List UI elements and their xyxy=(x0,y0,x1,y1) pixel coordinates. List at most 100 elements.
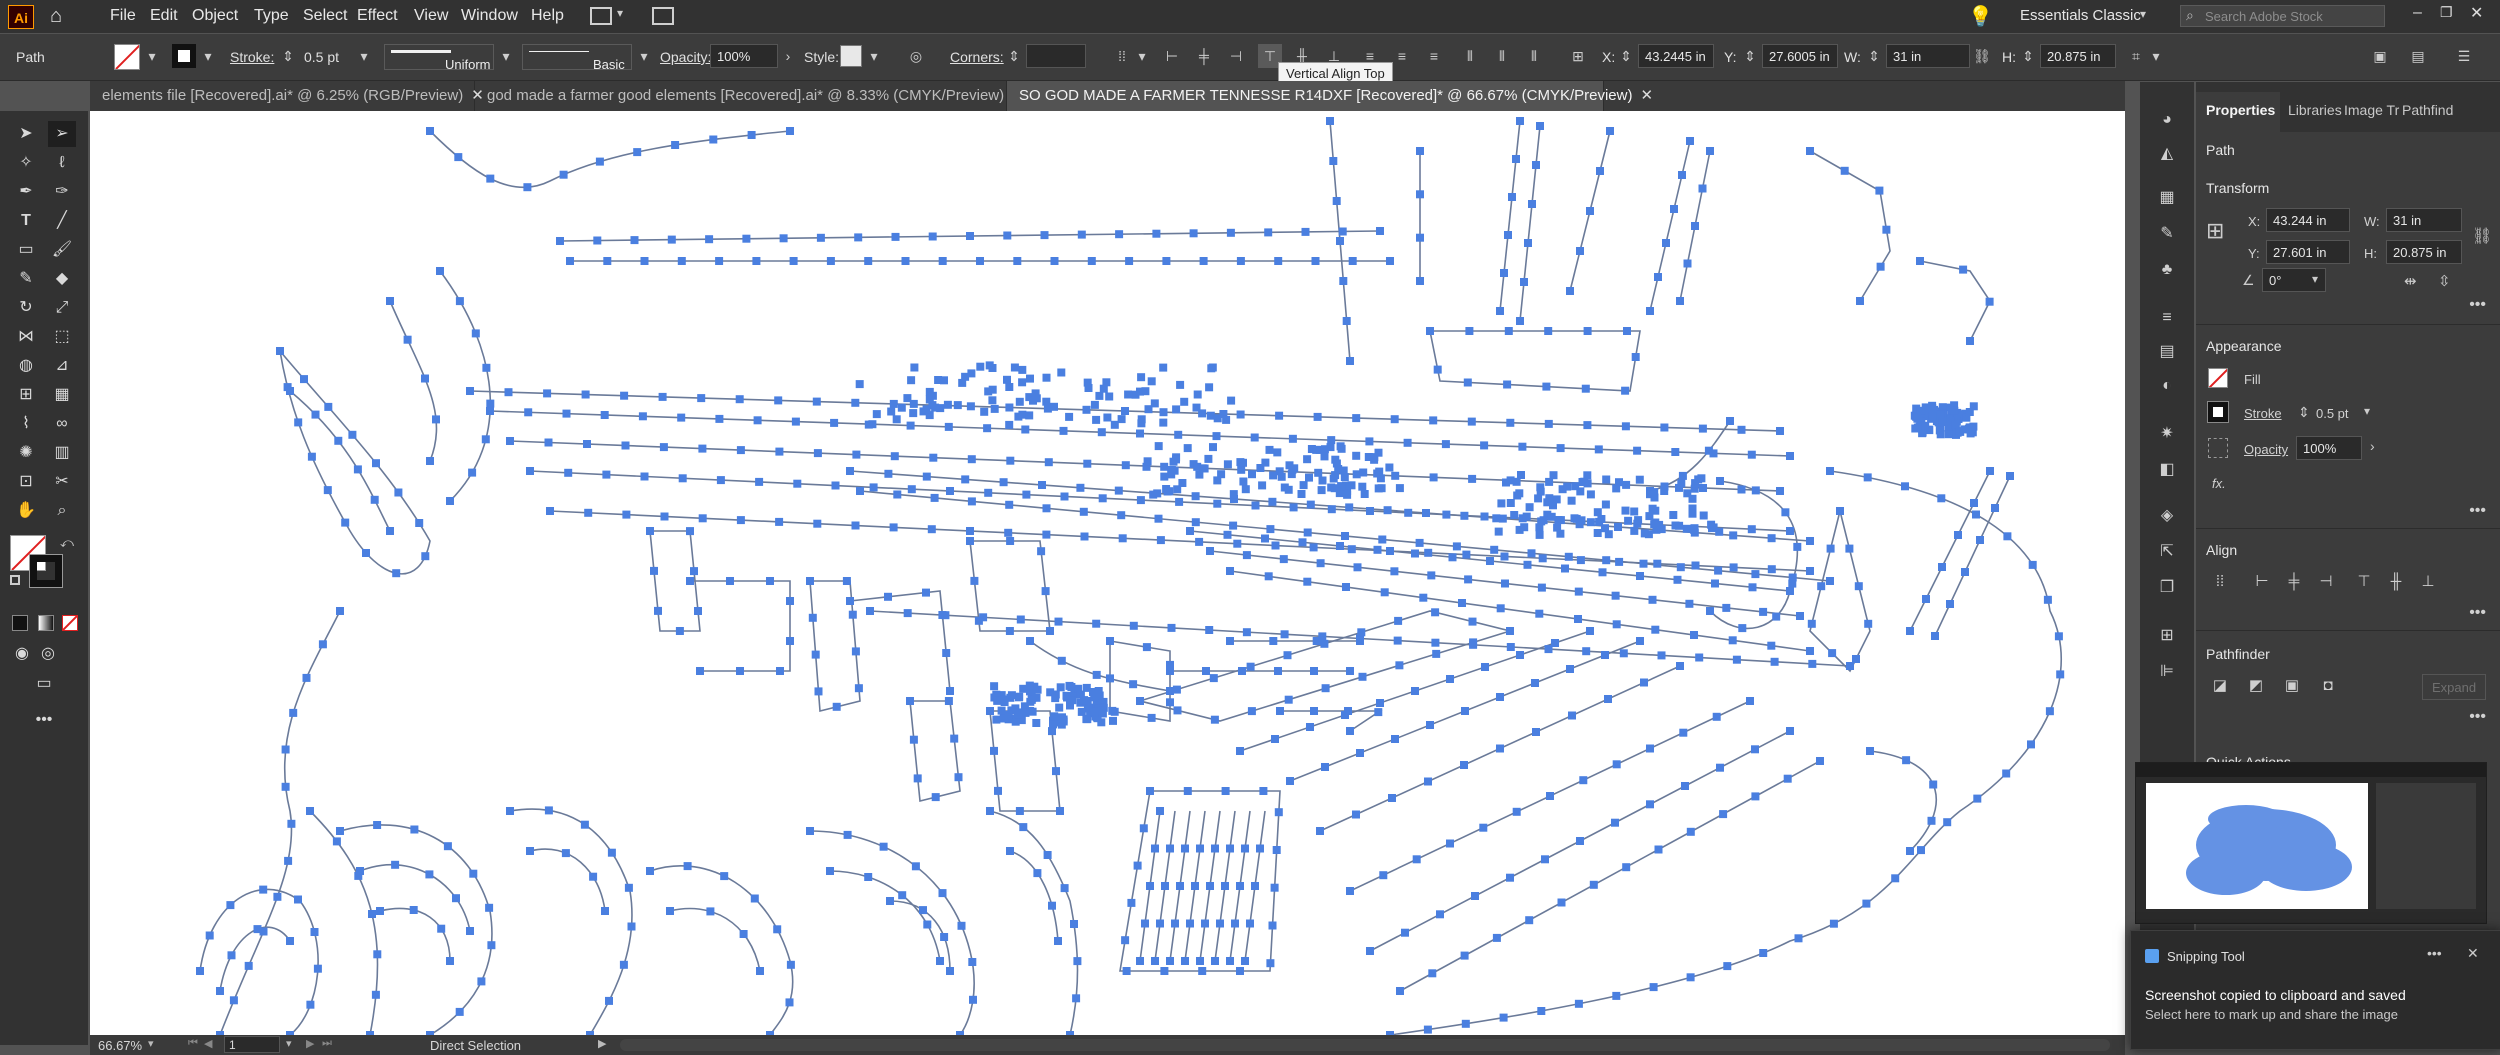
anchor-point[interactable] xyxy=(1786,527,1794,535)
mesh-tool-icon[interactable]: ⊞ xyxy=(12,382,40,408)
anchor-point[interactable] xyxy=(1123,967,1131,975)
anchor-point[interactable] xyxy=(1052,767,1060,775)
fill-swatch[interactable] xyxy=(2208,368,2228,388)
anchor-point[interactable] xyxy=(1194,391,1202,399)
anchor-point[interactable] xyxy=(742,235,750,243)
anchor-point[interactable] xyxy=(1510,511,1518,519)
anchor-point[interactable] xyxy=(1442,440,1450,448)
anchor-point[interactable] xyxy=(986,807,994,815)
stroke-swatch[interactable] xyxy=(2208,402,2228,422)
anchor-point[interactable] xyxy=(1201,920,1209,928)
anchor-point[interactable] xyxy=(1513,808,1521,816)
anchor-point[interactable] xyxy=(1427,571,1435,579)
variable-width-profile[interactable]: Uniform xyxy=(384,44,494,70)
anchor-point[interactable] xyxy=(432,415,440,423)
anchor-point[interactable] xyxy=(1080,696,1088,704)
anchor-point[interactable] xyxy=(1729,531,1737,539)
anchor-point[interactable] xyxy=(1550,471,1558,479)
anchor-point[interactable] xyxy=(968,455,976,463)
anchor-point[interactable] xyxy=(1432,650,1440,658)
anchor-point[interactable] xyxy=(1304,529,1312,537)
anchor-point[interactable] xyxy=(1021,426,1029,434)
anchor-point[interactable] xyxy=(589,873,597,881)
anchor-point[interactable] xyxy=(787,961,795,969)
anchor-point[interactable] xyxy=(1343,317,1351,325)
anchor-point[interactable] xyxy=(1184,444,1192,452)
anchor-point[interactable] xyxy=(646,527,654,535)
anchor-point[interactable] xyxy=(1419,594,1427,602)
anchor-point[interactable] xyxy=(308,453,316,461)
paintbrush-tool-icon[interactable]: 🖌 xyxy=(48,237,76,263)
hand-tool-icon[interactable]: ✋ xyxy=(12,498,40,524)
color-panel-icon[interactable]: ◕ xyxy=(2154,108,2180,132)
stepper-icon[interactable]: ⇕ xyxy=(1862,44,1886,68)
anchor-point[interactable] xyxy=(813,520,821,528)
anchor-point[interactable] xyxy=(1327,484,1335,492)
anchor-point[interactable] xyxy=(923,405,931,413)
anchor-point[interactable] xyxy=(1191,882,1199,890)
menu-object[interactable]: Object xyxy=(192,7,238,25)
anchor-point[interactable] xyxy=(898,404,906,412)
anchor-point[interactable] xyxy=(1551,639,1559,647)
anchor-point[interactable] xyxy=(312,411,320,419)
layers-panel-icon[interactable]: ◈ xyxy=(2154,504,2180,528)
anchor-point[interactable] xyxy=(1085,384,1093,392)
anchor-point[interactable] xyxy=(1160,408,1168,416)
anchor-point[interactable] xyxy=(1446,675,1454,683)
distribute-right-icon[interactable]: ⦀ xyxy=(1522,44,1546,68)
anchor-point[interactable] xyxy=(1032,719,1040,727)
anchor-point[interactable] xyxy=(880,843,888,851)
artboards-panel-icon[interactable]: ❐ xyxy=(2154,576,2180,600)
anchor-point[interactable] xyxy=(1855,582,1863,590)
anchor-point[interactable] xyxy=(1882,226,1890,234)
anchor-point[interactable] xyxy=(677,414,685,422)
anchor-point[interactable] xyxy=(1341,532,1349,540)
anchor-point[interactable] xyxy=(833,703,841,711)
anchor-point[interactable] xyxy=(1596,167,1604,175)
anchor-point[interactable] xyxy=(1016,807,1024,815)
opacity-label[interactable]: Opacity: xyxy=(660,49,711,65)
anchor-point[interactable] xyxy=(1222,787,1230,795)
anchor-point[interactable] xyxy=(1678,171,1686,179)
anchor-point[interactable] xyxy=(1955,428,1963,436)
anchor-point[interactable] xyxy=(1025,411,1033,419)
anchor-point[interactable] xyxy=(827,257,835,265)
home-icon[interactable]: ⌂ xyxy=(50,6,72,26)
anchor-point[interactable] xyxy=(786,127,794,135)
anchor-point[interactable] xyxy=(230,996,238,1004)
horizontal-align-center-icon[interactable]: ╪ xyxy=(1192,44,1216,68)
anchor-point[interactable] xyxy=(1205,626,1213,634)
anchor-point[interactable] xyxy=(1252,502,1260,510)
anchor-point[interactable] xyxy=(2029,561,2037,569)
anchor-point[interactable] xyxy=(294,896,302,904)
anchor-point[interactable] xyxy=(694,607,702,615)
anchor-point[interactable] xyxy=(485,904,493,912)
anchor-point[interactable] xyxy=(1630,527,1638,535)
anchor-point[interactable] xyxy=(1195,471,1203,479)
anchor-point[interactable] xyxy=(1460,512,1468,520)
anchor-point[interactable] xyxy=(1738,624,1746,632)
anchor-point[interactable] xyxy=(737,446,745,454)
anchor-point[interactable] xyxy=(1655,846,1663,854)
anchor-point[interactable] xyxy=(1594,529,1602,537)
anchor-point[interactable] xyxy=(1928,817,1936,825)
anchor-point[interactable] xyxy=(884,593,892,601)
anchor-point[interactable] xyxy=(1374,708,1382,716)
anchor-point[interactable] xyxy=(1938,418,1946,426)
align-to-icon[interactable]: ⁞⁞ xyxy=(2208,570,2232,594)
anchor-point[interactable] xyxy=(1486,557,1494,565)
anchor-point[interactable] xyxy=(1006,537,1014,545)
anchor-point[interactable] xyxy=(1584,327,1592,335)
anchor-point[interactable] xyxy=(1613,620,1621,628)
anchor-point[interactable] xyxy=(1690,631,1698,639)
anchor-point[interactable] xyxy=(1269,922,1277,930)
anchor-point[interactable] xyxy=(1178,479,1186,487)
anchor-point[interactable] xyxy=(1468,475,1476,483)
anchor-point[interactable] xyxy=(1115,230,1123,238)
anchor-point[interactable] xyxy=(1558,899,1566,907)
anchor-point[interactable] xyxy=(1976,536,1984,544)
anchor-point[interactable] xyxy=(1528,549,1536,557)
anchor-point[interactable] xyxy=(843,577,851,585)
anchor-point[interactable] xyxy=(1236,967,1244,975)
anchor-point[interactable] xyxy=(1305,474,1313,482)
